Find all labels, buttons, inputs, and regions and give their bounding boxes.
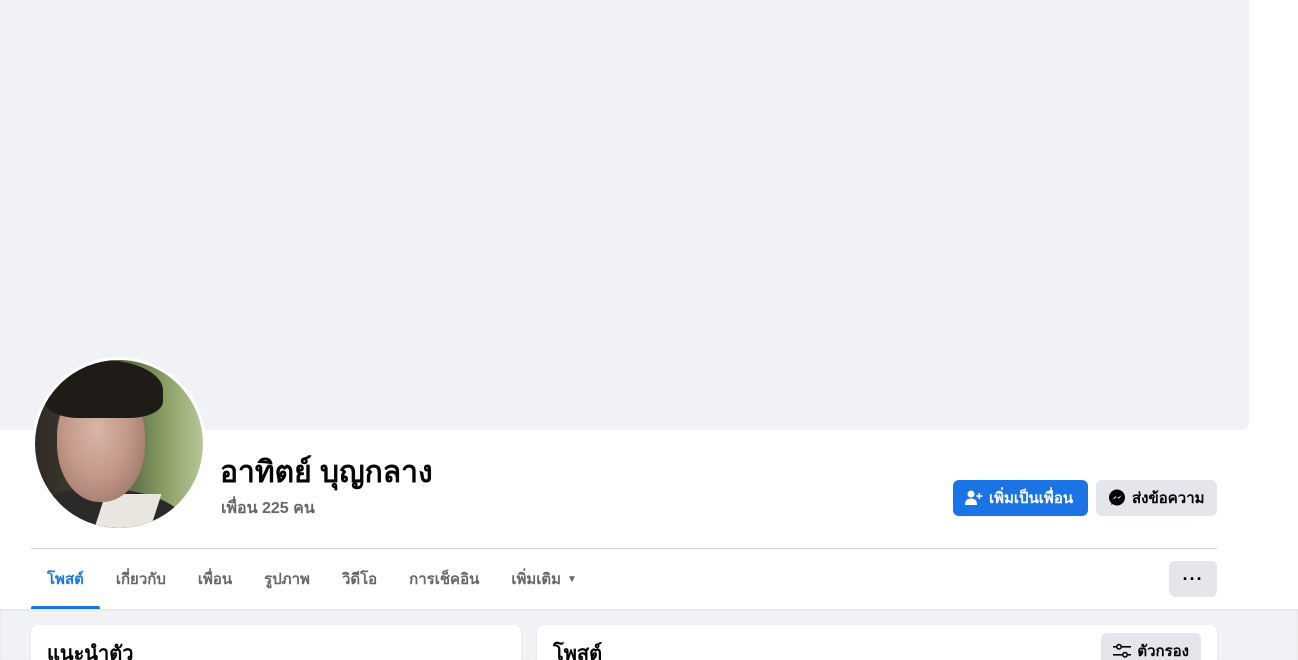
tab-label: การเช็คอิน bbox=[409, 571, 480, 588]
tab-videos[interactable]: วิดีโอ bbox=[326, 549, 393, 609]
message-button[interactable]: ส่งข้อความ bbox=[1096, 480, 1217, 516]
filter-label: ตัวกรอง bbox=[1137, 643, 1189, 660]
tab-label: เกี่ยวกับ bbox=[115, 571, 166, 588]
filter-button[interactable]: ตัวกรอง bbox=[1101, 633, 1201, 660]
tab-about[interactable]: เกี่ยวกับ bbox=[100, 549, 182, 609]
tab-label: วิดีโอ bbox=[341, 571, 378, 588]
message-label: ส่งข้อความ bbox=[1132, 490, 1205, 507]
tab-label: รูปภาพ bbox=[264, 571, 310, 588]
profile-tabs: โพสต์ เกี่ยวกับ เพื่อน รูปภาพ วิดีโอ การ… bbox=[31, 549, 593, 609]
posts-card-title: โพสต์ bbox=[553, 643, 603, 660]
more-options-button[interactable]: ··· bbox=[1169, 561, 1217, 597]
friends-count-link[interactable]: เพื่อน 225 คน bbox=[221, 496, 315, 521]
profile-name: อาทิตย์ บุญกลาง bbox=[220, 456, 433, 489]
tab-label: โพสต์ bbox=[47, 571, 84, 588]
tab-label: เพิ่มเติม bbox=[511, 571, 562, 588]
avatar-hair bbox=[45, 360, 163, 418]
cover-photo[interactable] bbox=[0, 0, 1249, 430]
tab-posts[interactable]: โพสต์ bbox=[31, 549, 100, 609]
tab-photos[interactable]: รูปภาพ bbox=[248, 549, 326, 609]
avatar[interactable] bbox=[35, 360, 203, 528]
intro-card: แนะนำตัว bbox=[31, 625, 521, 660]
tab-label: เพื่อน bbox=[197, 571, 233, 588]
add-friend-button[interactable]: เพิ่มเป็นเพื่อน bbox=[953, 480, 1088, 516]
caret-down-icon: ▼ bbox=[567, 573, 577, 585]
add-friend-label: เพิ่มเป็นเพื่อน bbox=[989, 490, 1074, 507]
profile-picture[interactable] bbox=[32, 357, 206, 531]
profile-page: อาทิตย์ บุญกลาง เพื่อน 225 คน เพิ่มเป็นเ… bbox=[0, 0, 1298, 660]
add-friend-icon bbox=[965, 490, 983, 505]
tab-check-ins[interactable]: การเช็คอิน bbox=[393, 549, 495, 609]
tab-friends[interactable]: เพื่อน bbox=[182, 549, 248, 609]
filter-icon bbox=[1113, 643, 1132, 658]
messenger-icon bbox=[1109, 489, 1125, 506]
posts-card: โพสต์ ตัวกรอง bbox=[537, 625, 1217, 660]
tab-more[interactable]: เพิ่มเติม ▼ bbox=[495, 549, 593, 609]
intro-card-title: แนะนำตัว bbox=[47, 643, 134, 660]
